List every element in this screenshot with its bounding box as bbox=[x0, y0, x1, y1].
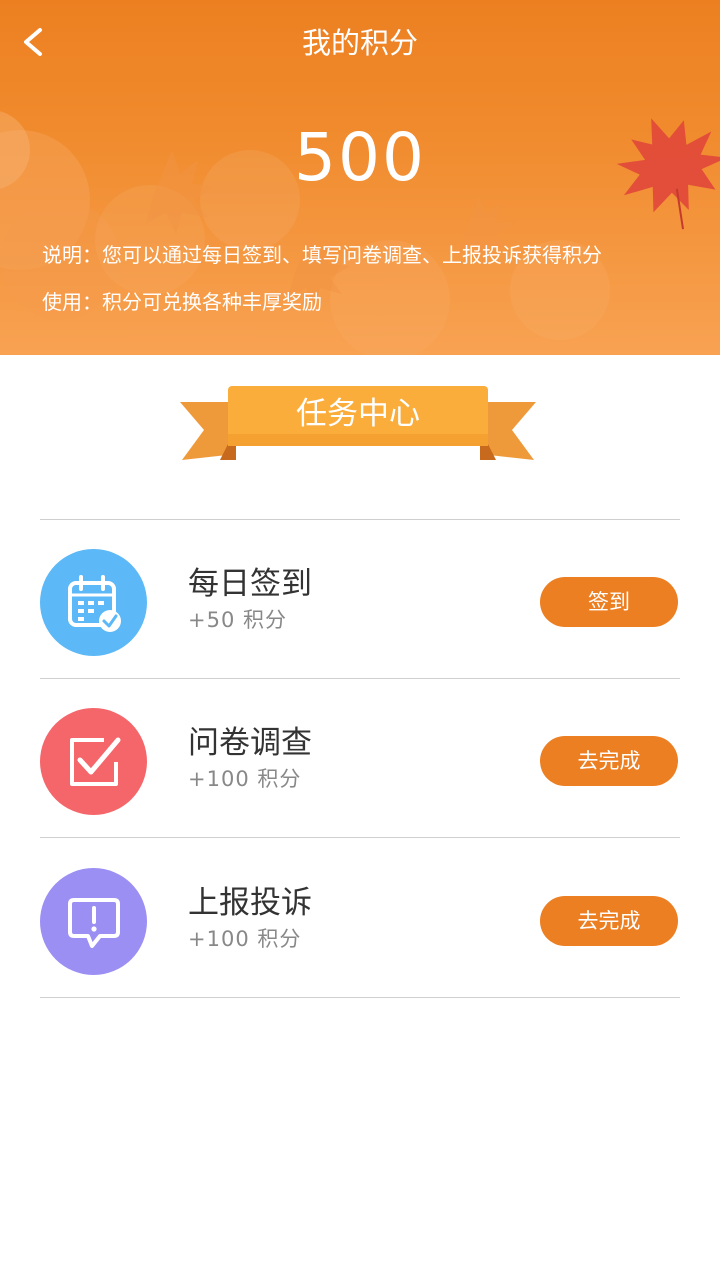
points-description: 说明：您可以通过每日签到、填写问卷调查、上报投诉获得积分 bbox=[42, 243, 602, 267]
task-name: 上报投诉 bbox=[188, 885, 312, 921]
task-row-complaint: 上报投诉 +100 积分 去完成 bbox=[40, 839, 680, 997]
page-title: 我的积分 bbox=[301, 26, 418, 60]
survey-complete-button[interactable]: 去完成 bbox=[540, 736, 678, 786]
checkbox-icon bbox=[40, 708, 147, 815]
checkin-button[interactable]: 签到 bbox=[540, 577, 678, 627]
calendar-check-icon bbox=[40, 549, 147, 656]
section-title: 任务中心 bbox=[296, 396, 420, 432]
task-reward: +50 积分 bbox=[188, 608, 287, 632]
points-header: 我的积分 500 说明：您可以通过每日签到、填写问卷调查、上报投诉获得积分 使用… bbox=[0, 0, 720, 355]
complaint-complete-button[interactable]: 去完成 bbox=[540, 896, 678, 946]
task-reward: +100 积分 bbox=[188, 767, 302, 791]
task-name: 每日签到 bbox=[188, 566, 312, 602]
divider bbox=[40, 837, 680, 838]
points-usage: 使用：积分可兑换各种丰厚奖励 bbox=[42, 290, 322, 314]
points-value: 500 bbox=[294, 119, 426, 196]
task-name: 问卷调查 bbox=[188, 725, 312, 761]
divider bbox=[40, 997, 680, 998]
task-reward: +100 积分 bbox=[188, 927, 302, 951]
task-row-daily-checkin: 每日签到 +50 积分 签到 bbox=[40, 520, 680, 678]
alert-message-icon bbox=[40, 868, 147, 975]
task-row-survey: 问卷调查 +100 积分 去完成 bbox=[40, 679, 680, 837]
